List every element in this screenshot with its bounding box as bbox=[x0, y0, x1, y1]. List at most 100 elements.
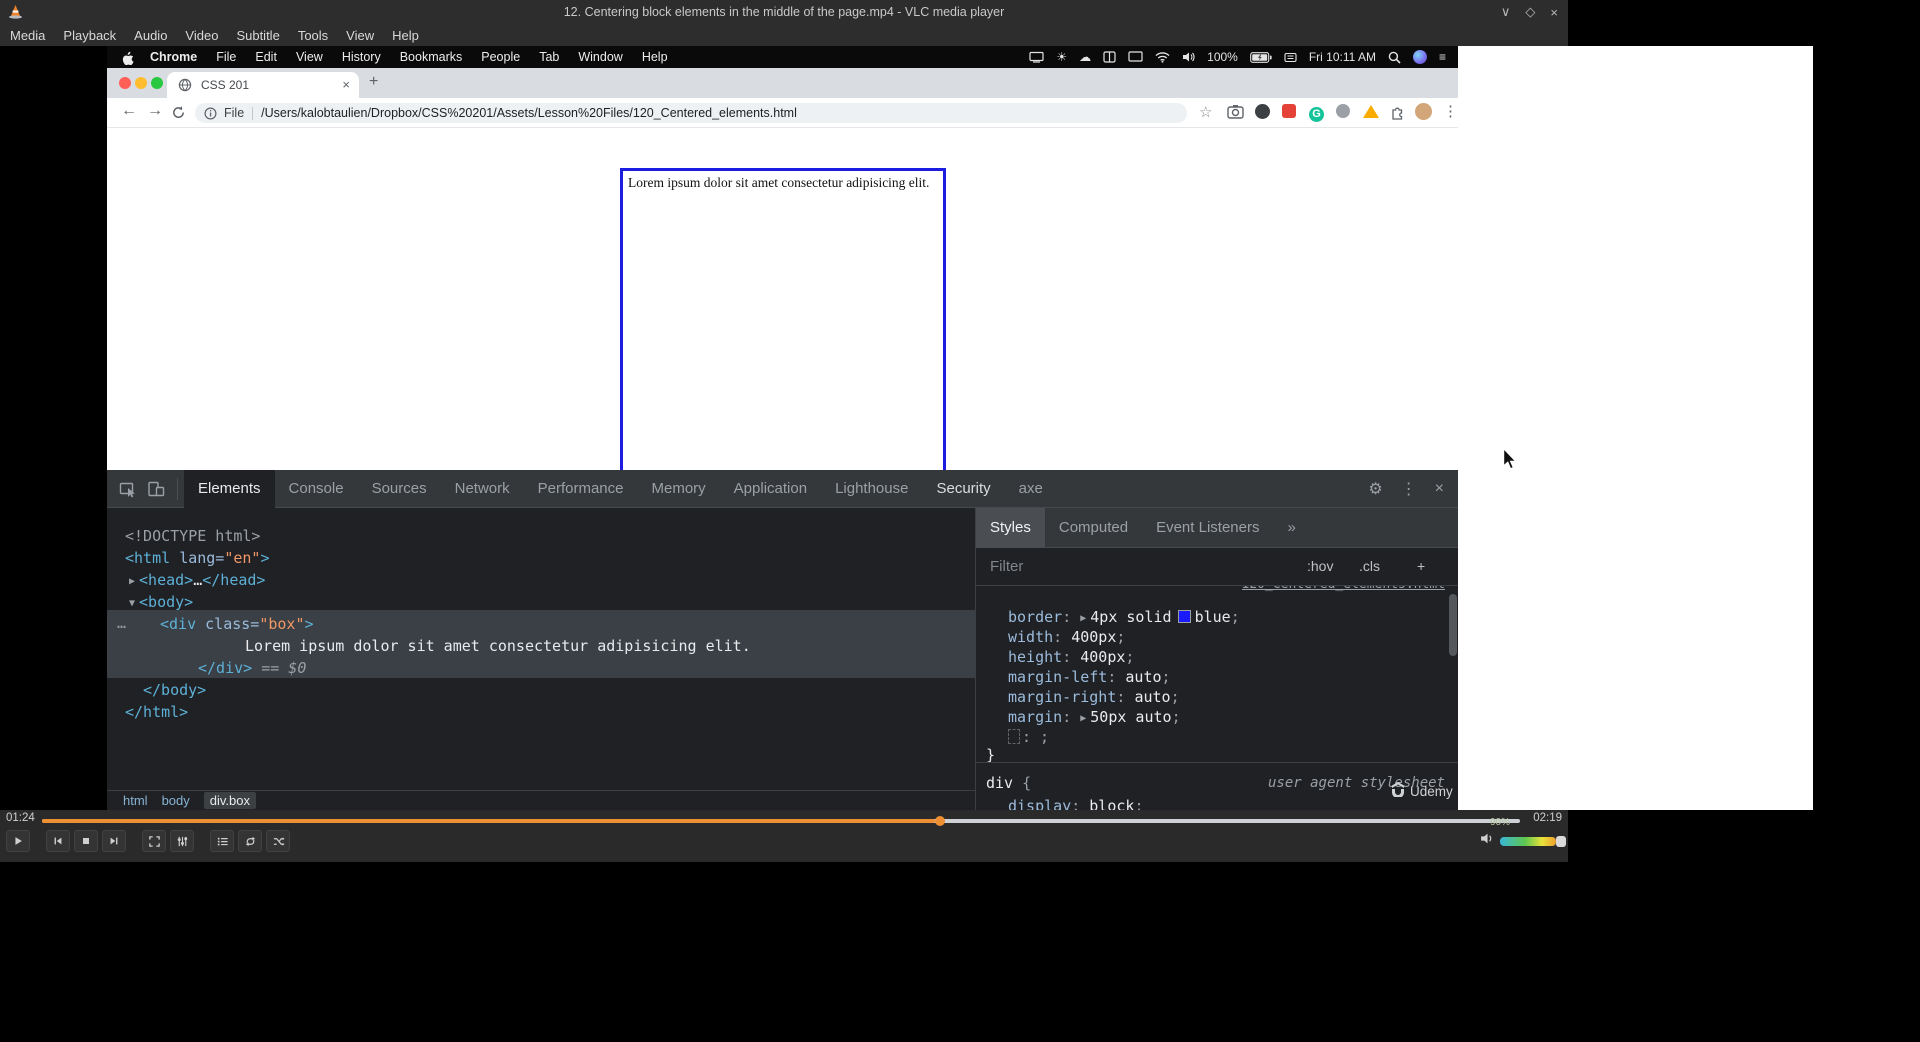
css-prop-margin-right[interactable]: margin-right: auto; bbox=[1008, 687, 1180, 707]
css-prop-width[interactable]: width: 400px; bbox=[1008, 627, 1125, 647]
device-toolbar-icon[interactable] bbox=[147, 480, 165, 498]
css-empty-declaration[interactable]: : ; bbox=[1008, 727, 1049, 747]
dom-body-close[interactable]: </body> bbox=[143, 680, 206, 700]
macos-menu-edit[interactable]: Edit bbox=[255, 50, 277, 64]
apple-menu-icon[interactable] bbox=[121, 50, 134, 65]
menu-audio[interactable]: Audio bbox=[134, 28, 167, 43]
shield-ext-icon[interactable] bbox=[1255, 104, 1270, 124]
dom-head[interactable]: ▶ <head>…</head> bbox=[129, 570, 265, 590]
tab-lighthouse[interactable]: Lighthouse bbox=[821, 470, 922, 508]
next-button[interactable] bbox=[102, 830, 126, 852]
menu-video[interactable]: Video bbox=[185, 28, 218, 43]
spotlight-search-icon[interactable] bbox=[1388, 51, 1401, 64]
dom-doctype[interactable]: <!DOCTYPE html> bbox=[125, 526, 260, 546]
forward-button[interactable]: → bbox=[147, 102, 163, 120]
macos-menu-window[interactable]: Window bbox=[578, 50, 622, 64]
tab-close-icon[interactable]: × bbox=[342, 77, 350, 92]
loop-button[interactable] bbox=[238, 830, 262, 852]
fullscreen-button[interactable] bbox=[142, 830, 166, 852]
shorthand-expand-icon[interactable]: ▶ bbox=[1080, 713, 1086, 724]
shuffle-button[interactable] bbox=[266, 830, 290, 852]
page-info-icon[interactable] bbox=[204, 106, 217, 120]
tab-computed[interactable]: Computed bbox=[1045, 508, 1142, 548]
breadcrumb-div-box[interactable]: div.box bbox=[203, 792, 256, 809]
css-prop-height[interactable]: height: 400px; bbox=[1008, 647, 1134, 667]
dom-div-box-close[interactable]: </div> == $0 bbox=[198, 658, 306, 678]
seek-handle[interactable] bbox=[934, 816, 945, 826]
warning-ext-icon[interactable] bbox=[1363, 105, 1379, 123]
new-tab-button[interactable]: + bbox=[369, 73, 378, 91]
tab-network[interactable]: Network bbox=[441, 470, 524, 508]
css-prop-border[interactable]: border: ▶ 4px solid blue; bbox=[1008, 607, 1240, 627]
dom-text-node[interactable]: Lorem ipsum dolor sit amet consectetur a… bbox=[245, 636, 751, 656]
macos-menu-people[interactable]: People bbox=[481, 50, 520, 64]
traffic-minimize-button[interactable] bbox=[135, 77, 147, 89]
traffic-close-button[interactable] bbox=[119, 77, 131, 89]
devtools-settings-gear-icon[interactable]: ⚙ bbox=[1368, 479, 1382, 499]
menu-media[interactable]: Media bbox=[10, 28, 45, 43]
screenshot-ext-icon[interactable] bbox=[1227, 104, 1244, 124]
tab-styles[interactable]: Styles bbox=[976, 508, 1045, 548]
devtools-close-icon[interactable]: × bbox=[1435, 480, 1444, 498]
devtools-menu-kebab-icon[interactable]: ⋮ bbox=[1401, 479, 1417, 499]
screen-mirroring-icon[interactable] bbox=[1029, 51, 1044, 63]
macos-menu-history[interactable]: History bbox=[342, 50, 381, 64]
maximize-icon[interactable]: ◇ bbox=[1525, 4, 1535, 20]
tab-performance[interactable]: Performance bbox=[524, 470, 638, 508]
tab-console[interactable]: Console bbox=[275, 470, 358, 508]
dom-html-close[interactable]: </html> bbox=[125, 702, 188, 722]
expand-icon[interactable]: ▶ bbox=[129, 576, 135, 587]
inspect-element-icon[interactable] bbox=[119, 480, 137, 498]
styles-scrollbar-thumb[interactable] bbox=[1449, 594, 1457, 656]
node-options-ellipsis[interactable]: … bbox=[117, 614, 126, 632]
toggle-hover-state[interactable]: :hov bbox=[1307, 558, 1333, 574]
dom-body-open[interactable]: ▼ <body> bbox=[129, 592, 193, 612]
toggle-element-classes[interactable]: .cls bbox=[1359, 558, 1380, 574]
tab-elements[interactable]: Elements bbox=[184, 469, 275, 508]
cloud-icon[interactable]: ☁ bbox=[1079, 50, 1091, 64]
dom-div-box-open[interactable]: <div class="box"> bbox=[160, 614, 314, 634]
menubar-clock[interactable]: Fri 10:11 AM bbox=[1309, 50, 1376, 64]
shorthand-expand-icon[interactable]: ▶ bbox=[1080, 613, 1086, 624]
stop-button[interactable] bbox=[74, 830, 98, 852]
red-ext-icon[interactable] bbox=[1282, 104, 1296, 123]
tab-security[interactable]: Security bbox=[922, 470, 1004, 508]
tab-event-listeners[interactable]: Event Listeners bbox=[1142, 508, 1273, 548]
dom-html-open[interactable]: <html lang="en"> bbox=[125, 548, 270, 568]
volume-slider[interactable] bbox=[1500, 835, 1566, 847]
stylesheet-source-link[interactable]: 120_Centered_elements.html bbox=[1242, 586, 1446, 595]
brightness-icon[interactable]: ☀ bbox=[1056, 50, 1067, 64]
traffic-zoom-button[interactable] bbox=[151, 77, 163, 89]
new-style-rule-button[interactable]: + bbox=[1417, 558, 1425, 574]
color-swatch[interactable] bbox=[1177, 610, 1191, 623]
macos-menu-help[interactable]: Help bbox=[642, 50, 668, 64]
tab-memory[interactable]: Memory bbox=[638, 470, 720, 508]
macos-menu-view[interactable]: View bbox=[296, 50, 323, 64]
menu-subtitle[interactable]: Subtitle bbox=[236, 28, 279, 43]
playlist-button[interactable] bbox=[210, 830, 234, 852]
browser-menu-kebab-icon[interactable]: ⋮ bbox=[1443, 102, 1458, 120]
address-bar[interactable]: File /Users/kalobtaulien/Dropbox/CSS%202… bbox=[195, 103, 1187, 123]
css-prop-margin-left[interactable]: margin-left: auto; bbox=[1008, 667, 1171, 687]
css-prop-display[interactable]: display: block; bbox=[1008, 796, 1143, 810]
gray-ext-icon[interactable] bbox=[1336, 104, 1350, 123]
volume-handle[interactable] bbox=[1555, 835, 1566, 847]
menu-view[interactable]: View bbox=[346, 28, 374, 43]
styles-filter-input[interactable] bbox=[988, 557, 1202, 576]
video-frame[interactable]: Chrome File Edit View History Bookmarks … bbox=[107, 46, 1458, 810]
browser-tab[interactable]: CSS 201 × bbox=[167, 72, 359, 98]
macos-menu-tab[interactable]: Tab bbox=[539, 50, 559, 64]
macos-menu-file[interactable]: File bbox=[216, 50, 236, 64]
window-manager-icon[interactable] bbox=[1103, 51, 1116, 63]
display-icon[interactable] bbox=[1128, 51, 1143, 63]
notification-center-icon[interactable]: ≡ bbox=[1439, 50, 1446, 64]
wifi-icon[interactable] bbox=[1155, 51, 1170, 63]
breadcrumb-html[interactable]: html bbox=[123, 793, 148, 808]
minimize-icon[interactable]: ∨ bbox=[1501, 4, 1511, 20]
menu-help[interactable]: Help bbox=[392, 28, 419, 43]
tab-sources[interactable]: Sources bbox=[358, 470, 441, 508]
css-prop-margin[interactable]: margin: ▶ 50px auto; bbox=[1008, 707, 1181, 727]
macos-app-menu-chrome[interactable]: Chrome bbox=[150, 50, 197, 64]
breadcrumb-body[interactable]: body bbox=[162, 793, 190, 808]
extended-settings-button[interactable] bbox=[170, 830, 194, 852]
